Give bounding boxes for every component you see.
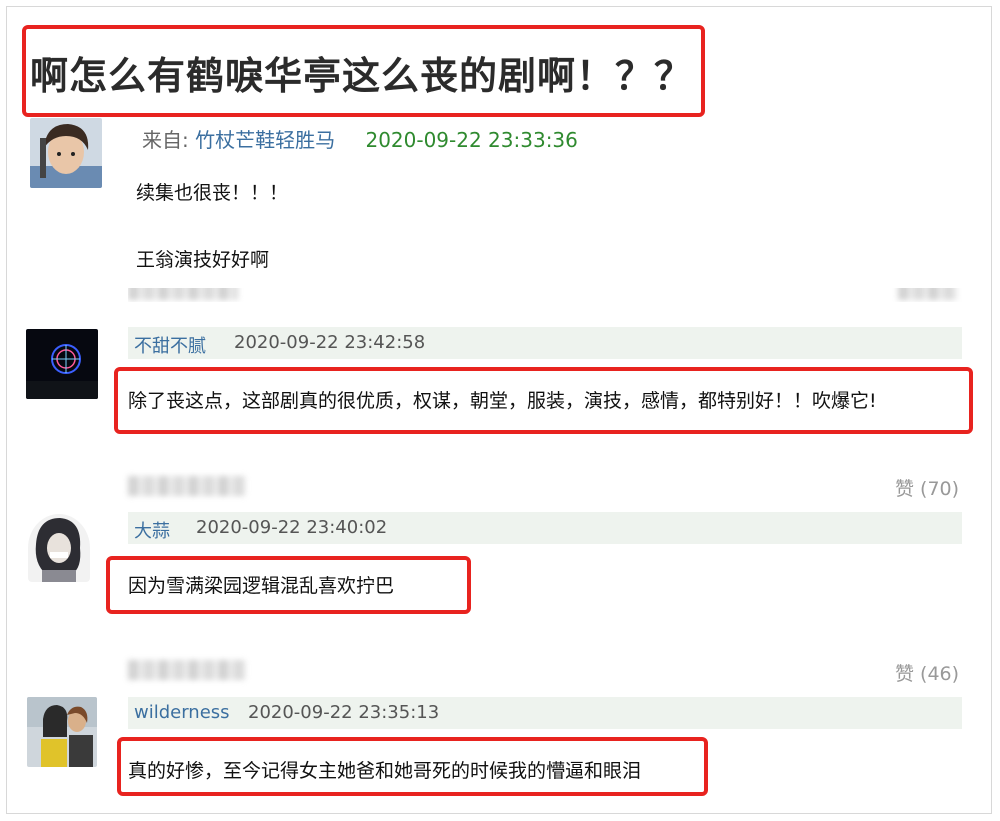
post-line-1: 续集也很丧！！！ xyxy=(136,182,289,204)
post-timestamp: 2020-09-22 23:33:36 xyxy=(365,128,578,152)
post-meta: 来自: 竹杖芒鞋轻胜马 2020-09-22 23:33:36 xyxy=(142,124,578,153)
reply-text-3: 真的好惨，至今记得女主她爸和她哥死的时候我的懵逼和眼泪 xyxy=(128,760,642,782)
post-line-2: 王翁演技好好啊 xyxy=(136,249,270,271)
like-count-1[interactable]: 赞 (70) xyxy=(895,474,959,501)
blurred-username-1 xyxy=(128,476,246,496)
reply-author-2[interactable]: 大蒜 xyxy=(134,517,170,543)
reply-avatar-2[interactable] xyxy=(28,514,90,582)
blurred-username-2 xyxy=(128,660,246,680)
reply-text-2: 因为雪满梁园逻辑混乱喜欢拧巴 xyxy=(128,575,395,597)
reply-timestamp-1: 2020-09-22 23:42:58 xyxy=(234,332,426,353)
reply-avatar-1[interactable] xyxy=(26,329,98,399)
reply-avatar-3[interactable] xyxy=(27,697,97,767)
reply-header-1: 不甜不腻 2020-09-22 23:42:58 xyxy=(128,327,962,359)
reply-header-3: wilderness 2020-09-22 23:35:13 xyxy=(128,697,962,729)
reply-text-1: 除了丧这点，这部剧真的很优质，权谋，朝堂，服装，演技，感情，都特别好！！吹爆它! xyxy=(128,390,877,412)
reply-timestamp-3: 2020-09-22 23:35:13 xyxy=(248,702,440,723)
author-avatar[interactable] xyxy=(30,118,102,188)
reply-author-1[interactable]: 不甜不腻 xyxy=(134,332,206,358)
like-count-2[interactable]: 赞 (46) xyxy=(895,659,959,686)
reply-author-3[interactable]: wilderness xyxy=(134,702,230,723)
reply-header-2: 大蒜 2020-09-22 23:40:02 xyxy=(128,512,962,544)
from-label: 来自: xyxy=(142,128,189,152)
post-author-link[interactable]: 竹杖芒鞋轻胜马 xyxy=(195,128,335,152)
reply-timestamp-2: 2020-09-22 23:40:02 xyxy=(196,517,388,538)
post-title: 啊怎么有鹤唳华亭这么丧的剧啊！？？ xyxy=(30,54,694,98)
clipped-comment-row xyxy=(128,288,962,302)
